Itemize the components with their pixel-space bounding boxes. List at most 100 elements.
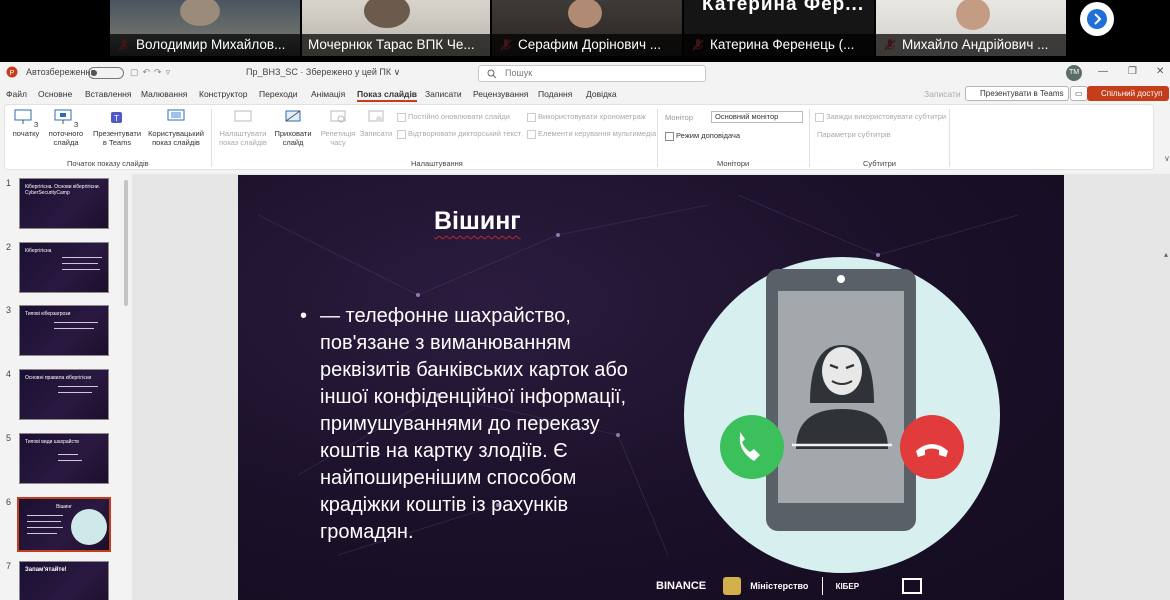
current-slide[interactable]: Вішинг — телефонне шахрайство, пов'язане… (238, 175, 1064, 600)
monitor-select[interactable]: Основний монітор (711, 111, 803, 123)
slide-number: 3 (6, 305, 12, 315)
present-in-teams-ribbon-button[interactable]: T Презентувати в Teams (93, 109, 141, 147)
media-controls-checkbox[interactable]: Елементи керування мультимедіа (527, 129, 656, 139)
participant-tile-active-speaker[interactable]: Мочернюк Тарас ВПК Че... (302, 0, 490, 56)
partner-logos: BINANCE Міністерство КІБЕР (656, 577, 923, 595)
participant-tile[interactable]: Михайло Андрійович ... (876, 0, 1066, 56)
slide-thumbnail-selected[interactable]: Вішинг (17, 497, 111, 552)
slide-body-text: — телефонне шахрайство, пов'язане з вима… (300, 303, 650, 546)
collapse-ribbon-icon[interactable]: ∨ (1164, 154, 1170, 163)
tab-animations[interactable]: Анімація (311, 89, 345, 99)
record-button[interactable]: Записати (924, 89, 961, 99)
close-icon[interactable]: ✕ (1156, 66, 1164, 77)
group-label-monitors: Монітори (717, 159, 750, 168)
participant-name: Михайло Андрійович ... (876, 34, 1066, 56)
group-label-start: Початок показу слайдів (67, 159, 149, 168)
user-avatar[interactable]: ТМ (1066, 65, 1082, 81)
thumbnails-scrollbar[interactable] (124, 180, 128, 306)
separator (809, 109, 810, 167)
hide-slide-button[interactable]: Приховати слайд (271, 109, 315, 147)
slideshow-current-icon (54, 109, 72, 124)
slide-thumbnail[interactable]: Основні правила кібергігієни (19, 369, 109, 420)
use-timings-checkbox[interactable]: Використовувати хронометраж (527, 112, 646, 122)
tab-insert[interactable]: Вставлення (85, 89, 131, 99)
search-icon (487, 69, 497, 79)
participant-tile[interactable]: Катерина Фер... Катерина Ференець (... (684, 0, 874, 56)
tab-home[interactable]: Основне (38, 89, 72, 99)
tab-view[interactable]: Подання (538, 89, 572, 99)
hide-slide-icon (285, 110, 301, 122)
slide-number: 7 (6, 561, 12, 571)
separator (949, 109, 950, 167)
chevron-right-icon (1087, 9, 1107, 29)
title-bar: P Автозбереження ▢↶↷▿ Пр_ВНЗ_SC · Збереж… (0, 62, 1170, 84)
rehearse-timings-button[interactable]: Репетиція часу (317, 109, 359, 147)
always-subtitles-checkbox[interactable]: Завжди використовувати субтитри (815, 112, 946, 122)
search-placeholder: Пошук (505, 68, 533, 78)
present-in-teams-button[interactable]: Презентувати в Teams (965, 86, 1069, 101)
ministry-logo: Міністерство (750, 580, 809, 591)
from-start-button[interactable]: З початку (9, 109, 43, 138)
maximize-icon[interactable]: ❐ (1128, 66, 1137, 77)
scroll-up-icon[interactable]: ▴ (1164, 250, 1168, 259)
participant-overlay-name: Катерина Фер... (702, 0, 865, 15)
thumbnail-title: Кібергігієна (25, 248, 52, 254)
tab-draw[interactable]: Малювання (141, 89, 187, 99)
from-current-button[interactable]: З поточного слайда (43, 109, 89, 147)
slide-number: 5 (6, 433, 12, 443)
participant-strip: Володимир Михайлов... Мочернюк Тарас ВПК… (0, 0, 1170, 60)
participant-tile[interactable]: Серафим Дорінович ... (492, 0, 682, 56)
slide-thumbnail[interactable]: Кібергігієна. Основи кібергігієни. Cyber… (19, 178, 109, 229)
custom-show-button[interactable]: Користувацький показ слайдів (145, 109, 207, 147)
share-button[interactable]: Спільний доступ (1087, 86, 1169, 101)
slide-thumbnails-panel: 1 Кібергігієна. Основи кібергігієни. Cyb… (0, 174, 128, 600)
custom-show-icon (167, 109, 185, 121)
minimize-icon[interactable]: — (1098, 66, 1108, 77)
slide-thumbnail[interactable]: Типові кіберзагрози (19, 305, 109, 356)
slide-number: 1 (6, 178, 12, 188)
next-participants-button[interactable] (1080, 2, 1114, 36)
tab-record[interactable]: Записати (425, 89, 462, 99)
screen: Володимир Михайлов... Мочернюк Тарас ВПК… (0, 0, 1170, 600)
slide-thumbnail[interactable]: Кібергігієна (19, 242, 109, 293)
tab-slideshow[interactable]: Показ слайдів (357, 89, 418, 102)
tab-file[interactable]: Файл (6, 89, 27, 99)
play-narration-checkbox[interactable]: Відтворювати дикторський текст (397, 129, 521, 139)
autosave-toggle[interactable] (88, 67, 124, 79)
tab-design[interactable]: Конструктор (199, 89, 247, 99)
record-ribbon-button[interactable]: Записати (357, 109, 395, 138)
slideshow-start-icon (14, 109, 32, 124)
answer-call-icon (720, 415, 784, 479)
presenter-view-checkbox[interactable]: Режим доповідача (665, 131, 740, 141)
tab-help[interactable]: Довідка (586, 89, 617, 99)
tab-review[interactable]: Рецензування (473, 89, 528, 99)
group-label-setup: Налаштування (411, 159, 463, 168)
setup-show-icon (234, 110, 252, 122)
subtitle-settings-button[interactable]: Параметри субтитрів (817, 130, 891, 139)
separator (211, 109, 212, 167)
slide-number: 6 (6, 497, 12, 507)
group-label-subtitles: Субтитри (863, 159, 896, 168)
binance-logo: BINANCE (656, 579, 707, 592)
participant-name: Мочернюк Тарас ВПК Че... (302, 34, 490, 56)
ribbon-tabs: Файл Основне Вставлення Малювання Констр… (0, 84, 1170, 103)
thumbnail-title: Типові кіберзагрози (25, 311, 71, 317)
thumbnail-title: Типові види шахрайств (25, 439, 79, 445)
slide-thumbnail[interactable]: Запам'ятайте! (19, 561, 109, 600)
document-title[interactable]: Пр_ВНЗ_SC · Збережено у цей ПК ∨ (246, 67, 400, 78)
comments-button[interactable]: ▭ (1070, 86, 1088, 101)
slide-number: 4 (6, 369, 12, 379)
thumbnail-title: Кібергігієна. Основи кібергігієни. Cyber… (25, 184, 100, 196)
search-input[interactable]: Пошук (478, 65, 706, 82)
thumbnail-title: Вішинг (56, 504, 72, 510)
setup-show-button[interactable]: Налаштувати показ слайдів (215, 109, 271, 147)
participant-tile[interactable]: Володимир Михайлов... (110, 0, 300, 56)
slide-thumbnail[interactable]: Типові види шахрайств (19, 433, 109, 484)
camp-logo-icon (902, 578, 923, 594)
coat-of-arms-icon (723, 577, 742, 595)
thumbnail-title: Запам'ятайте! (25, 567, 67, 573)
tab-transitions[interactable]: Переходи (259, 89, 298, 99)
teams-icon: T (111, 112, 122, 123)
quick-access-icons[interactable]: ▢↶↷▿ (130, 67, 174, 78)
keep-updated-checkbox[interactable]: Постійно оновлювати слайди (397, 112, 510, 122)
